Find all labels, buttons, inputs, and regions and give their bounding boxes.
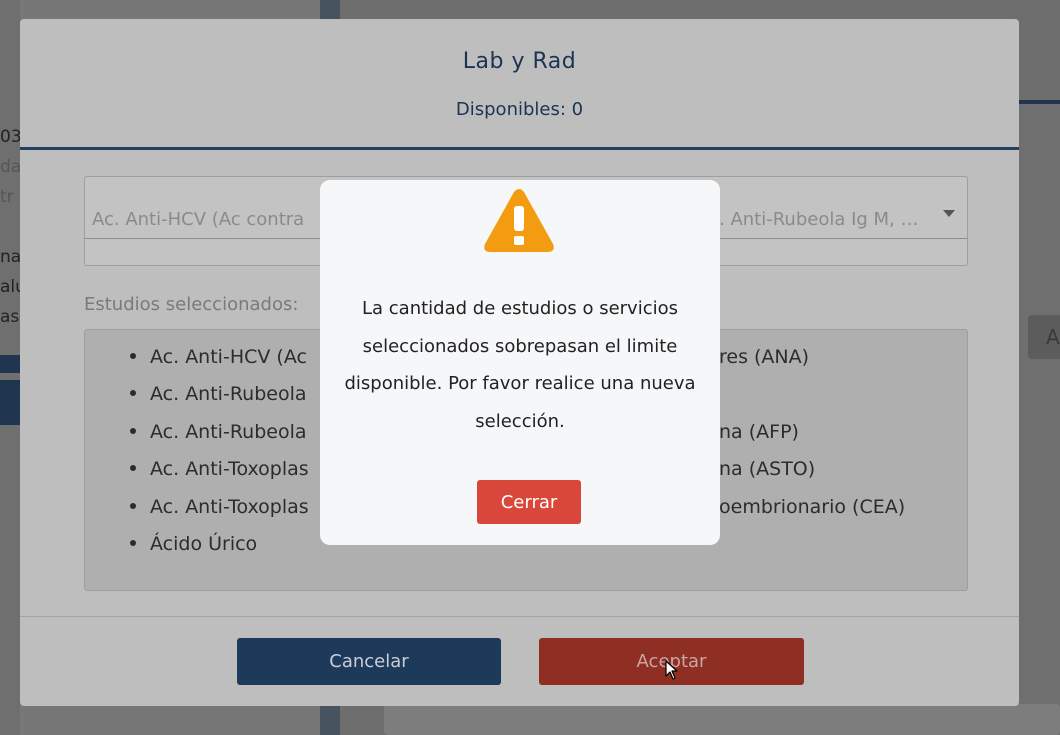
bullet-icon — [130, 539, 136, 546]
background-text: 03 — [0, 127, 20, 147]
alert-message: La cantidad de estudios o servicios sele… — [344, 298, 696, 432]
bullet-icon — [130, 427, 136, 434]
select-value: Ac. Anti-HCV (Ac contra — [92, 209, 305, 230]
list-item: Ácido Úrico — [130, 533, 257, 555]
bullet-icon — [130, 502, 136, 509]
study-name: Ac. Anti-Toxoplas — [150, 458, 309, 480]
select-value: . Anti-Rubeola Ig M, … — [719, 209, 919, 230]
background-bar — [0, 355, 20, 373]
cancel-button[interactable]: Cancelar — [237, 638, 501, 685]
bullet-icon — [130, 352, 136, 359]
mouse-cursor-icon — [665, 660, 678, 680]
background-text: da — [0, 157, 20, 177]
study-name: Ácido Úrico — [150, 533, 258, 555]
background-button: A — [1028, 315, 1060, 359]
background-text: as — [0, 307, 20, 327]
list-item: Ac. Anti-Rubeola — [130, 421, 307, 443]
study-name: Ac. Anti-HCV (Ac — [150, 346, 307, 368]
background-text: tr — [0, 187, 14, 207]
study-name: na (ASTO) — [719, 458, 816, 480]
study-name: na (AFP) — [719, 421, 799, 443]
study-name: oembrionario (CEA) — [719, 496, 906, 518]
bullet-icon — [130, 389, 136, 396]
background-text: na — [0, 247, 20, 267]
study-name: Ac. Anti-Toxoplas — [150, 496, 309, 518]
list-item: Ac. Anti-HCV (Ac — [130, 346, 307, 368]
study-name: res (ANA) — [719, 346, 810, 368]
modal-header: Lab y Rad Disponibles: 0 — [20, 19, 1019, 151]
background-text: alu — [0, 277, 20, 297]
warning-triangle-icon — [484, 189, 554, 252]
background-left-column: 03 da tr na alu as — [0, 0, 20, 735]
background-panel — [1018, 104, 1060, 735]
list-item: Ac. Anti-Rubeola — [130, 383, 307, 405]
modal-title: Lab y Rad — [462, 49, 577, 74]
list-item: na (AFP) — [719, 421, 799, 443]
list-item: oembrionario (CEA) — [719, 496, 905, 518]
footer-divider — [20, 616, 1019, 617]
list-item: res (ANA) — [719, 346, 809, 368]
close-button[interactable]: Cerrar — [477, 480, 581, 524]
selected-studies-label: Estudios seleccionados: — [84, 294, 299, 315]
background-input — [384, 704, 1060, 735]
available-count: Disponibles: 0 — [455, 99, 584, 120]
list-item: Ac. Anti-Toxoplas — [130, 496, 309, 518]
bullet-icon — [130, 464, 136, 471]
list-item: na (ASTO) — [719, 458, 815, 480]
background-bar — [0, 380, 20, 425]
study-name: Ac. Anti-Rubeola — [150, 383, 307, 405]
chevron-down-icon[interactable] — [943, 210, 955, 217]
list-item: Ac. Anti-Toxoplas — [130, 458, 309, 480]
header-divider — [20, 147, 1019, 150]
limit-alert-dialog: La cantidad de estudios o servicios sele… — [320, 180, 720, 545]
study-name: Ac. Anti-Rubeola — [150, 421, 307, 443]
